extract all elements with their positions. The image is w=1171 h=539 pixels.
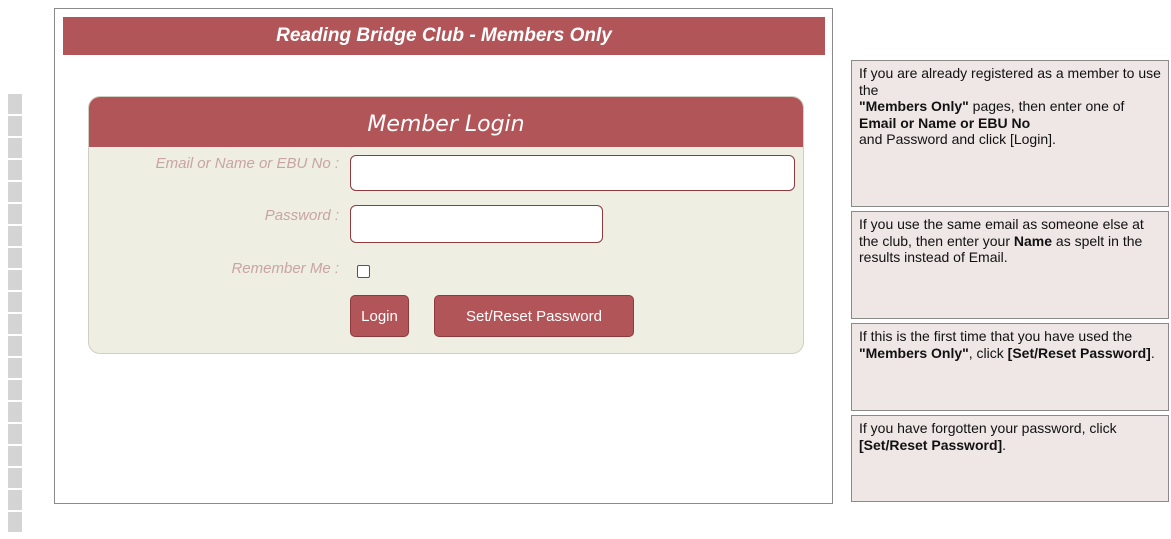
help-text: If this is the first time that you have … xyxy=(859,328,1133,344)
strip-block xyxy=(8,402,22,422)
strip-block xyxy=(8,446,22,466)
password-input[interactable] xyxy=(350,205,603,243)
help-text: , click xyxy=(968,344,1008,361)
strip-block xyxy=(8,94,22,114)
strip-block xyxy=(8,182,22,202)
strip-block xyxy=(8,160,22,180)
left-decorative-strip xyxy=(8,94,22,539)
strip-block xyxy=(8,424,22,444)
strip-block xyxy=(8,292,22,312)
help-text: If you have forgotten your password, cli… xyxy=(859,420,1117,436)
strip-block xyxy=(8,204,22,224)
login-heading: Member Login xyxy=(89,97,803,147)
strip-block xyxy=(8,380,22,400)
help-box-registered: If you are already registered as a membe… xyxy=(851,60,1169,207)
help-bold-text: [Set/Reset Password] xyxy=(859,436,1003,453)
help-text: . xyxy=(1002,436,1007,453)
help-text: pages, then enter one of xyxy=(968,98,1125,114)
help-box-first-time: If this is the first time that you have … xyxy=(851,323,1169,411)
login-form: Member Login Email or Name or EBU No : P… xyxy=(88,96,804,354)
strip-block xyxy=(8,468,22,488)
help-bold-text: Email or Name or EBU No xyxy=(859,114,1031,131)
help-text: and Password and click [Login]. xyxy=(859,131,1056,147)
help-box-forgotten: If you have forgotten your password, cli… xyxy=(851,415,1169,502)
strip-block xyxy=(8,512,22,532)
help-text: . xyxy=(1150,344,1155,361)
set-reset-password-button[interactable]: Set/Reset Password xyxy=(434,295,634,337)
help-bold-text: Name xyxy=(1013,232,1053,249)
strip-block xyxy=(8,226,22,246)
strip-block xyxy=(8,336,22,356)
login-button[interactable]: Login xyxy=(350,295,409,337)
help-box-same-email: If you use the same email as someone els… xyxy=(851,211,1169,319)
password-label: Password : xyxy=(264,207,339,224)
main-panel: Reading Bridge Club - Members Only Membe… xyxy=(54,8,833,504)
remember-me-checkbox[interactable] xyxy=(357,265,370,278)
strip-block xyxy=(8,314,22,334)
page-title: Reading Bridge Club - Members Only xyxy=(63,17,825,55)
strip-block xyxy=(8,138,22,158)
help-bold-text: "Members Only" xyxy=(859,98,969,114)
identifier-label: Email or Name or EBU No : xyxy=(155,155,339,172)
help-bold-text: "Members Only" xyxy=(859,344,969,361)
strip-block xyxy=(8,358,22,378)
identifier-input[interactable] xyxy=(350,155,795,191)
strip-block xyxy=(8,270,22,290)
remember-label: Remember Me : xyxy=(231,260,339,277)
strip-block xyxy=(8,248,22,268)
strip-block xyxy=(8,490,22,510)
help-bold-text: [Set/Reset Password] xyxy=(1007,344,1151,361)
page: Reading Bridge Club - Members Only Membe… xyxy=(0,0,1171,539)
help-text: If you are already registered as a membe… xyxy=(859,65,1161,98)
strip-block xyxy=(8,116,22,136)
